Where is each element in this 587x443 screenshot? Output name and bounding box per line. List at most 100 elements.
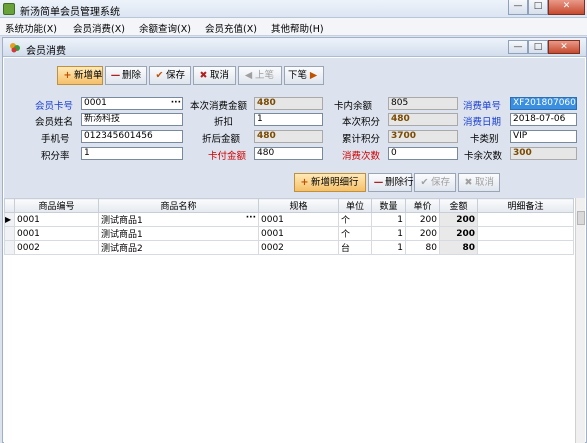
cell-amount: 200 (439, 226, 478, 241)
delete-row-button[interactable]: — 删除行 (368, 173, 414, 192)
add-detail-button[interactable]: + 新增明细行 (294, 173, 366, 192)
col-header-spec[interactable]: 规格 (258, 198, 339, 213)
child-title-bar: 会员消费 — □ ✕ (3, 38, 586, 57)
times-field[interactable]: 0 (388, 147, 458, 160)
prev-record-button[interactable]: ◀ 上笔 (238, 66, 282, 85)
cancel-button[interactable]: ✖ 取消 (193, 66, 236, 85)
menu-system[interactable]: 系统功能(X) (5, 21, 57, 35)
balance-field: 805 (388, 97, 458, 110)
this-points-field: 480 (388, 113, 458, 126)
cell-spec[interactable]: 0002 (258, 240, 339, 255)
menu-balance[interactable]: 余额查询(X) (139, 21, 191, 35)
col-header-name[interactable]: 商品名称 (98, 198, 259, 213)
cell-unit[interactable]: 个 (338, 212, 372, 227)
phone-field[interactable]: 012345601456 (81, 130, 183, 143)
minimize-icon[interactable]: — (508, 0, 528, 15)
row-pointer-icon: ▶ (4, 212, 15, 227)
member-consume-icon (10, 43, 20, 53)
app-title: 新汤简单会员管理系统 (20, 7, 120, 18)
member-consume-window: 会员消费 — □ ✕ + 新增单 — 删除 ✔ 保存 ✖ 取消 ◀ 上笔 下笔 ▶ 会员卡号… (2, 37, 587, 443)
next-icon: ▶ (309, 70, 318, 81)
cell-name[interactable]: 测试商品1 ··· (98, 212, 259, 227)
cell-price[interactable]: 80 (405, 240, 440, 255)
menu-consume[interactable]: 会员消费(X) (73, 21, 125, 35)
save-button[interactable]: ✔ 保存 (149, 66, 191, 85)
ellipsis-icon[interactable]: ··· (171, 98, 181, 109)
cell-code[interactable]: 0001 (14, 212, 99, 227)
cell-spec[interactable]: 0001 (258, 226, 339, 241)
delete-button[interactable]: — 删除 (105, 66, 147, 85)
next-record-button[interactable]: 下笔 ▶ (284, 66, 324, 85)
child-minimize-icon[interactable]: — (508, 40, 528, 54)
discount-field[interactable]: 1 (254, 113, 323, 126)
vertical-scrollbar[interactable] (575, 198, 585, 443)
col-header-unit[interactable]: 单位 (338, 198, 372, 213)
cell-remark[interactable] (477, 226, 574, 241)
scrollbar-thumb[interactable] (577, 211, 585, 225)
col-header-amount[interactable]: 金额 (439, 198, 478, 213)
times-label: 消费次数 (342, 151, 381, 162)
card-no-field[interactable]: 0001 ··· (81, 97, 183, 110)
menu-recharge[interactable]: 会员充值(X) (205, 21, 257, 35)
table-header-row: 商品编号 商品名称 规格 单位 数量 单价 金额 明细备注 (4, 198, 574, 213)
remaining-times-label: 卡余次数 (464, 151, 503, 162)
table-row[interactable]: 0002 测试商品2 0002 台 1 80 80 (4, 240, 574, 255)
cell-price[interactable]: 200 (405, 212, 440, 227)
maximize-icon[interactable]: □ (528, 0, 548, 15)
minus-icon: — (110, 70, 121, 81)
cell-price[interactable]: 200 (405, 226, 440, 241)
x-icon: ✖ (464, 177, 473, 188)
cell-qty[interactable]: 1 (371, 226, 406, 241)
cell-name[interactable]: 测试商品2 (98, 240, 259, 255)
card-type-field[interactable]: VIP (510, 130, 577, 143)
cell-spec[interactable]: 0001 (258, 212, 339, 227)
cell-unit[interactable]: 个 (338, 226, 372, 241)
cell-qty[interactable]: 1 (371, 240, 406, 255)
table-row[interactable]: ▶ 0001 测试商品1 ··· 0001 个 1 200 200 (4, 212, 574, 227)
prev-icon: ◀ (244, 70, 253, 81)
col-header-code[interactable]: 商品编号 (14, 198, 99, 213)
menu-help[interactable]: 其他帮助(H) (271, 21, 324, 35)
new-order-button[interactable]: + 新增单 (57, 66, 103, 85)
close-icon[interactable]: ✕ (548, 0, 585, 15)
remaining-times-field: 300 (510, 147, 577, 160)
cell-code[interactable]: 0001 (14, 226, 99, 241)
cell-name[interactable]: 测试商品1 (98, 226, 259, 241)
x-icon: ✖ (199, 70, 208, 81)
date-field[interactable]: 2018-07-06 (510, 113, 577, 126)
balance-label: 卡内余额 (334, 101, 373, 112)
total-points-label: 累计积分 (342, 134, 381, 145)
discount-label: 折扣 (214, 117, 234, 128)
row-header (4, 226, 15, 241)
app-title-bar: 新汤简单会员管理系统 — □ ✕ (0, 0, 587, 18)
child-close-icon[interactable]: ✕ (548, 40, 580, 54)
detail-table: 商品编号 商品名称 规格 单位 数量 单价 金额 明细备注 ▶ 0001 测试商… (4, 198, 574, 255)
plus-icon: + (300, 177, 309, 188)
col-header-price[interactable]: 单价 (405, 198, 440, 213)
card-pay-field[interactable]: 480 (254, 147, 323, 160)
cell-unit[interactable]: 台 (338, 240, 372, 255)
this-points-label: 本次积分 (342, 117, 381, 128)
card-no-label: 会员卡号 (35, 101, 74, 112)
cell-code[interactable]: 0002 (14, 240, 99, 255)
cell-qty[interactable]: 1 (371, 212, 406, 227)
detail-save-button[interactable]: ✔ 保存 (414, 173, 456, 192)
points-rate-label: 积分率 (41, 151, 70, 162)
cell-remark[interactable] (477, 212, 574, 227)
col-header-qty[interactable]: 数量 (371, 198, 406, 213)
total-points-field: 3700 (388, 130, 458, 143)
detail-cancel-button[interactable]: ✖ 取消 (458, 173, 500, 192)
col-header-remark[interactable]: 明细备注 (477, 198, 574, 213)
member-name-field[interactable]: 新汤科技 (81, 113, 183, 126)
order-no-field[interactable]: XF20180706002 (510, 97, 577, 110)
cell-remark[interactable] (477, 240, 574, 255)
consume-form: + 新增单 — 删除 ✔ 保存 ✖ 取消 ◀ 上笔 下笔 ▶ 会员卡号 0001 ··· 会员… (4, 58, 585, 208)
child-restore-icon[interactable]: □ (528, 40, 548, 54)
points-rate-field[interactable]: 1 (81, 147, 183, 160)
date-label: 消费日期 (463, 117, 502, 128)
table-row[interactable]: 0001 测试商品1 0001 个 1 200 200 (4, 226, 574, 241)
card-pay-label: 卡付金额 (208, 151, 247, 162)
ellipsis-icon[interactable]: ··· (246, 213, 256, 223)
check-icon: ✔ (420, 177, 429, 188)
child-title: 会员消费 (26, 46, 66, 57)
